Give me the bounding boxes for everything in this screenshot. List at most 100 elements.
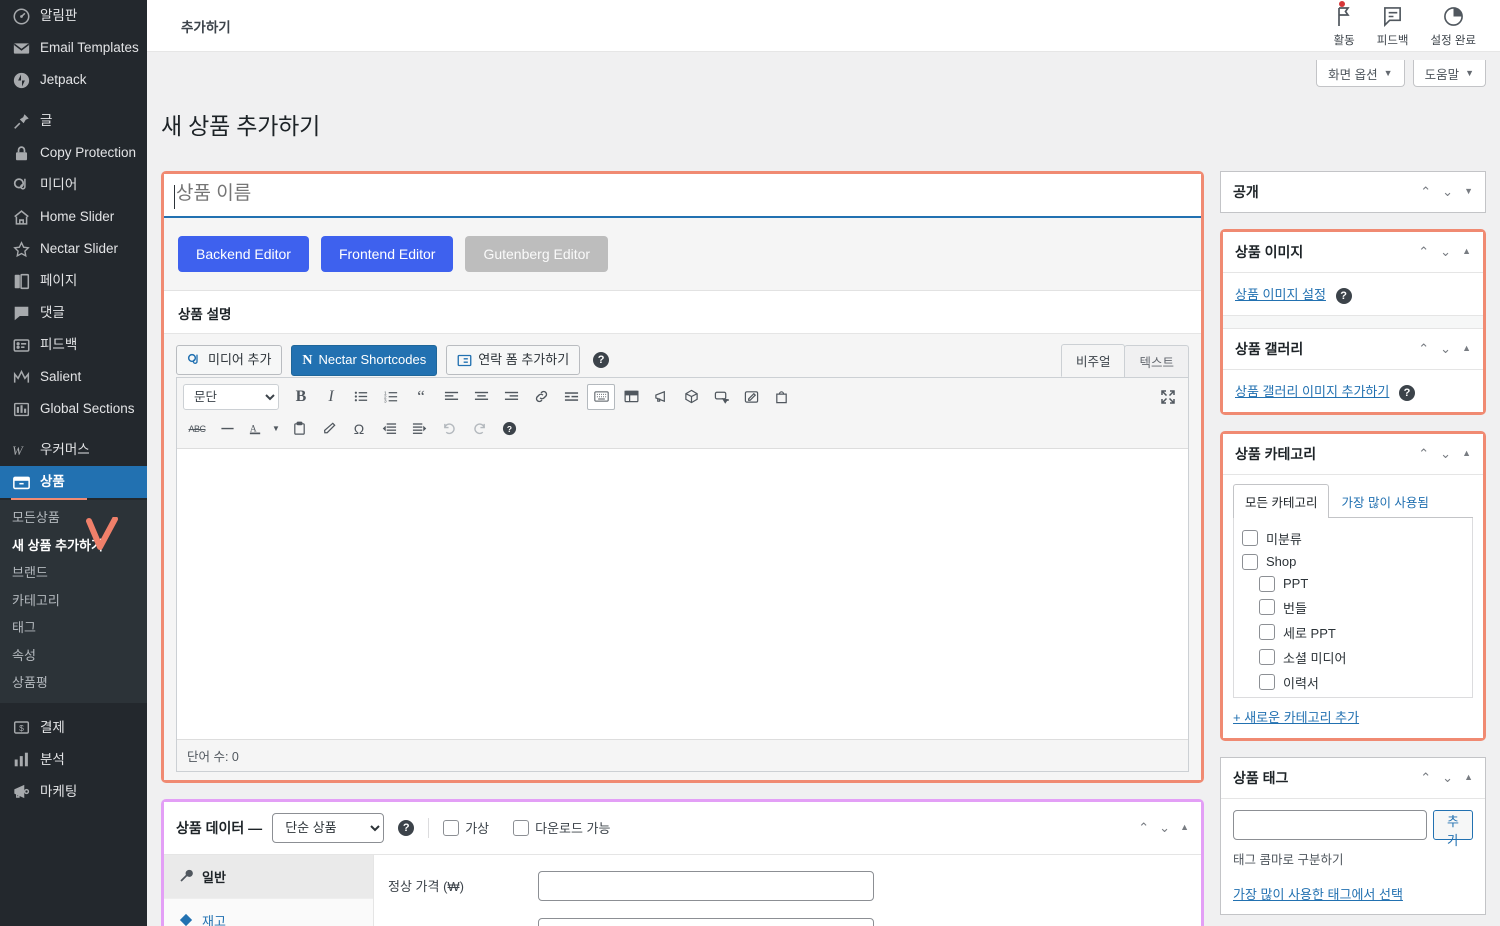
- sidebar-item-top-2[interactable]: Jetpack: [0, 64, 147, 96]
- undo-icon[interactable]: [435, 416, 463, 442]
- product-type-select[interactable]: 단순 상품: [272, 812, 385, 843]
- move-up-icon[interactable]: ⌃: [1418, 342, 1429, 355]
- edit-box-icon[interactable]: [737, 384, 765, 410]
- gutenberg-editor-button[interactable]: Gutenberg Editor: [465, 235, 609, 272]
- adminbar-activity-button[interactable]: 활동: [1334, 1, 1355, 48]
- move-up-icon[interactable]: ⌃: [1418, 245, 1429, 258]
- special-character-icon[interactable]: Ω: [345, 416, 373, 442]
- nectar-shortcodes-button[interactable]: N Nectar Shortcodes: [291, 344, 438, 377]
- tab-inventory[interactable]: 재고: [164, 899, 373, 926]
- sidebar-item-top-12[interactable]: Global Sections: [0, 393, 147, 425]
- help-icon[interactable]: ?: [593, 352, 610, 369]
- choose-most-used-tags-link[interactable]: 가장 많이 사용한 태그에서 선택: [1233, 884, 1473, 903]
- outdent-icon[interactable]: [375, 416, 403, 442]
- fullscreen-icon[interactable]: [1154, 384, 1182, 410]
- sidebar-item-top-0[interactable]: 알림판: [0, 0, 147, 32]
- category-checkbox[interactable]: [1259, 599, 1275, 616]
- toggle-panel-icon[interactable]: ▲: [1462, 344, 1471, 353]
- category-checkbox[interactable]: [1259, 649, 1275, 666]
- sidebar-item-top-5[interactable]: 미디어: [0, 169, 147, 201]
- text-color-chevron-icon[interactable]: ▼: [269, 416, 283, 442]
- bulleted-list-icon[interactable]: [347, 384, 375, 410]
- read-more-icon[interactable]: [557, 384, 585, 410]
- category-checklist[interactable]: 미분류 Shop PPT 번들 세로 PPT 소셜 미디어 이력서: [1233, 517, 1473, 698]
- megaphone-icon[interactable]: [647, 384, 675, 410]
- align-right-icon[interactable]: [497, 384, 525, 410]
- regular-price-input[interactable]: [538, 870, 874, 901]
- help-tab[interactable]: 도움말 ▼: [1412, 60, 1486, 87]
- paragraph-format-select[interactable]: 문단: [183, 383, 279, 410]
- category-checkbox[interactable]: [1242, 553, 1258, 570]
- bag-icon[interactable]: [767, 384, 795, 410]
- sidebar-item-bottom-2[interactable]: 마케팅: [0, 776, 147, 808]
- category-item[interactable]: PPT: [1242, 573, 1464, 595]
- strikethrough-icon[interactable]: ABC: [183, 416, 211, 442]
- horizontal-rule-icon[interactable]: [213, 416, 241, 442]
- blockquote-icon[interactable]: “: [407, 384, 435, 410]
- sidebar-item-top-8[interactable]: 페이지: [0, 265, 147, 297]
- help-icon[interactable]: ?: [1335, 287, 1352, 304]
- add-tag-button[interactable]: 추가: [1433, 809, 1473, 848]
- category-item[interactable]: 인플루언서 미디어 킷: [1242, 695, 1464, 697]
- redo-icon[interactable]: [465, 416, 493, 442]
- sidebar-item-bottom-1[interactable]: 분석: [0, 744, 147, 776]
- sidebar-item-products[interactable]: 상품: [0, 466, 147, 498]
- tab-general[interactable]: 일반: [164, 854, 373, 899]
- frontend-editor-button[interactable]: Frontend Editor: [320, 235, 454, 272]
- italic-icon[interactable]: I: [317, 384, 345, 410]
- move-down-icon[interactable]: ⌄: [1442, 771, 1453, 784]
- tag-input[interactable]: [1233, 809, 1427, 840]
- category-checkbox[interactable]: [1259, 624, 1275, 641]
- sidebar-item-top-9[interactable]: 댓글: [0, 297, 147, 329]
- tab-all-categories[interactable]: 모든 카테고리: [1233, 483, 1330, 518]
- category-checkbox[interactable]: [1259, 575, 1275, 592]
- category-checkbox[interactable]: [1242, 530, 1258, 547]
- move-down-icon[interactable]: ⌄: [1440, 342, 1451, 355]
- downloadable-checkbox[interactable]: [513, 819, 530, 836]
- help-icon[interactable]: ?: [398, 819, 415, 836]
- virtual-checkbox-label[interactable]: 가상: [443, 818, 489, 837]
- paste-as-text-icon[interactable]: [285, 416, 313, 442]
- sidebar-item-bottom-0[interactable]: $ 결제: [0, 712, 147, 744]
- bold-icon[interactable]: B: [287, 384, 315, 410]
- submenu-item-brands[interactable]: 브랜드: [0, 559, 147, 587]
- move-down-icon[interactable]: ⌄: [1442, 185, 1453, 198]
- submenu-item-attributes[interactable]: 속성: [0, 642, 147, 670]
- editor-content-area[interactable]: [177, 448, 1188, 739]
- tag-cursor-icon[interactable]: [707, 384, 735, 410]
- align-left-icon[interactable]: [437, 384, 465, 410]
- sidebar-item-top-4[interactable]: Copy Protection: [0, 137, 147, 169]
- add-contact-form-button[interactable]: 연락 폼 추가하기: [446, 345, 581, 376]
- submenu-item-tags[interactable]: 태그: [0, 614, 147, 642]
- category-item[interactable]: 번들: [1242, 595, 1464, 620]
- add-media-button[interactable]: 미디어 추가: [176, 345, 283, 376]
- sidebar-item-top-3[interactable]: 글: [0, 105, 147, 137]
- move-up-icon[interactable]: ⌃: [1418, 447, 1429, 460]
- downloadable-checkbox-label[interactable]: 다운로드 가능: [513, 818, 610, 837]
- set-product-image-link[interactable]: 상품 이미지 설정: [1235, 287, 1326, 302]
- submenu-item-reviews[interactable]: 상품평: [0, 669, 147, 697]
- help-icon[interactable]: ?: [1398, 384, 1415, 401]
- link-icon[interactable]: [527, 384, 555, 410]
- adminbar-feedback-button[interactable]: 피드백: [1377, 3, 1408, 48]
- table-icon[interactable]: [617, 384, 645, 410]
- move-down-icon[interactable]: ⌄: [1440, 447, 1451, 460]
- add-gallery-images-link[interactable]: 상품 갤러리 이미지 추가하기: [1235, 384, 1389, 399]
- category-item[interactable]: 소셜 미디어: [1242, 645, 1464, 670]
- adminbar-setup-complete-button[interactable]: 설정 완료: [1430, 3, 1476, 48]
- cube-icon[interactable]: [677, 384, 705, 410]
- tab-visual[interactable]: 비주얼: [1060, 343, 1126, 377]
- submenu-item-all-products[interactable]: 모든상품: [0, 504, 147, 532]
- toggle-panel-icon[interactable]: ▲: [1462, 449, 1471, 458]
- category-item[interactable]: Shop: [1242, 551, 1464, 573]
- category-item[interactable]: 세로 PPT: [1242, 620, 1464, 645]
- add-new-category-link[interactable]: + 새로운 카테고리 추가: [1233, 707, 1473, 726]
- move-down-icon[interactable]: ⌄: [1440, 245, 1451, 258]
- clear-formatting-icon[interactable]: [315, 416, 343, 442]
- move-down-icon[interactable]: ⌄: [1159, 821, 1170, 834]
- sidebar-item-top-6[interactable]: Home Slider: [0, 201, 147, 233]
- move-up-icon[interactable]: ⌃: [1420, 185, 1431, 198]
- screen-options-tab[interactable]: 화면 옵션 ▼: [1316, 60, 1405, 87]
- sidebar-item-top-13[interactable]: W 우커머스: [0, 434, 147, 466]
- submenu-item-categories[interactable]: 카테고리: [0, 587, 147, 615]
